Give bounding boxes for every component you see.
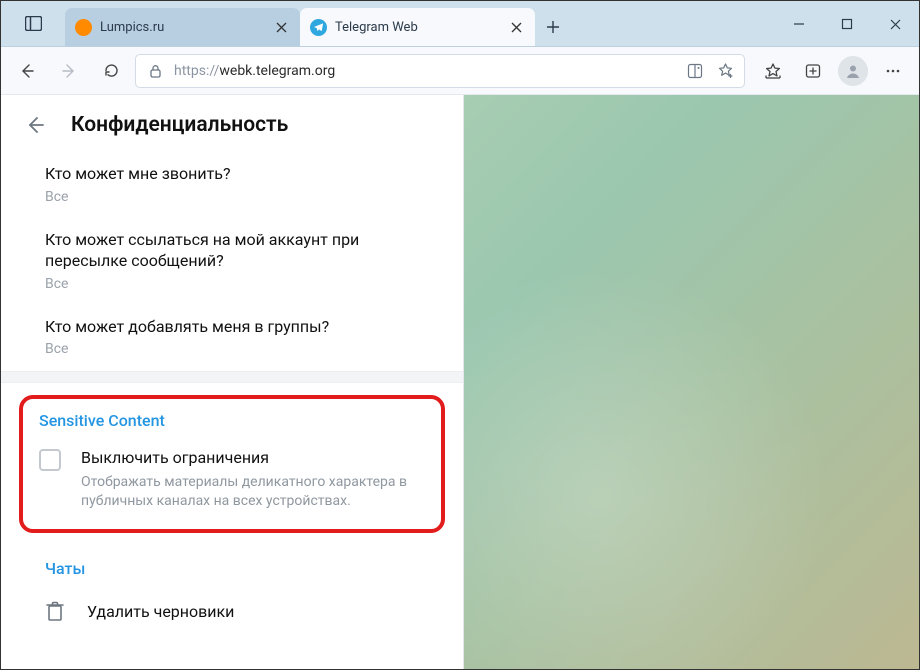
- browser-tabs: Lumpics.ru Telegram Web: [65, 1, 571, 46]
- tab-title: Lumpics.ru: [100, 20, 264, 35]
- chat-background: [464, 95, 919, 669]
- nav-back-button[interactable]: [9, 54, 45, 88]
- delete-drafts-label: Удалить черновики: [87, 602, 234, 621]
- profile-button[interactable]: [835, 54, 871, 88]
- nav-forward-button[interactable]: [51, 54, 87, 88]
- setting-title: Кто может добавлять меня в группы?: [45, 316, 419, 338]
- setting-value: Все: [45, 276, 419, 292]
- page-content: Конфиденциальность Кто может мне звонить…: [1, 95, 919, 669]
- lock-icon: [146, 62, 164, 80]
- browser-tab-lumpics[interactable]: Lumpics.ru: [65, 8, 300, 46]
- window-minimize-button[interactable]: [775, 1, 823, 47]
- disable-filtering-checkbox[interactable]: [39, 449, 61, 471]
- trash-icon: [45, 600, 65, 622]
- tab-actions-button[interactable]: [17, 9, 49, 39]
- setting-value: Все: [45, 341, 419, 357]
- browser-toolbar: https://webk.telegram.org: [1, 47, 919, 95]
- section-label-sensitive: Sensitive Content: [39, 411, 165, 430]
- favicon-telegram-icon: [310, 19, 327, 36]
- shopping-icon[interactable]: [686, 62, 704, 80]
- collections-button[interactable]: [795, 54, 831, 88]
- nav-refresh-button[interactable]: [93, 54, 129, 88]
- setting-title: Кто может мне звонить?: [45, 163, 419, 185]
- setting-value: Все: [45, 189, 419, 205]
- favicon-lumpics-icon: [75, 19, 92, 36]
- delete-drafts-row[interactable]: Удалить черновики: [1, 578, 463, 644]
- sensitive-content-section: Sensitive Content Выключить ограничения …: [19, 395, 445, 533]
- setting-title: Кто может ссылаться на мой аккаунт при п…: [45, 229, 419, 272]
- browser-titlebar: Lumpics.ru Telegram Web: [1, 1, 919, 47]
- avatar-icon: [838, 56, 868, 86]
- tab-close-button[interactable]: [272, 18, 290, 36]
- browser-tab-telegram[interactable]: Telegram Web: [300, 8, 535, 46]
- checkbox-title: Выключить ограничения: [81, 448, 425, 467]
- section-divider: [1, 371, 463, 383]
- favorite-star-icon[interactable]: [716, 62, 734, 80]
- url-text: https://webk.telegram.org: [174, 63, 676, 79]
- tab-title: Telegram Web: [335, 20, 499, 35]
- setting-who-can-call[interactable]: Кто может мне звонить? Все: [1, 153, 463, 219]
- disable-filtering-row[interactable]: Выключить ограничения Отображать материа…: [39, 448, 425, 511]
- new-tab-button[interactable]: [535, 8, 571, 46]
- window-controls: [775, 1, 919, 46]
- favorites-button[interactable]: [755, 54, 791, 88]
- setting-add-to-groups[interactable]: Кто может добавлять меня в группы? Все: [1, 306, 463, 372]
- settings-header: Конфиденциальность: [1, 95, 463, 153]
- tab-close-button[interactable]: [507, 18, 525, 36]
- more-menu-button[interactable]: [875, 54, 911, 88]
- page-title: Конфиденциальность: [71, 113, 288, 137]
- window-close-button[interactable]: [871, 1, 919, 47]
- setting-forward-link[interactable]: Кто может ссылаться на мой аккаунт при п…: [1, 219, 463, 306]
- window-maximize-button[interactable]: [823, 1, 871, 47]
- back-button[interactable]: [21, 111, 49, 139]
- section-label-chats: Чаты: [1, 551, 463, 578]
- checkbox-description: Отображать материалы деликатного характе…: [81, 473, 425, 511]
- settings-pane: Конфиденциальность Кто может мне звонить…: [1, 95, 464, 669]
- address-bar[interactable]: https://webk.telegram.org: [135, 54, 745, 88]
